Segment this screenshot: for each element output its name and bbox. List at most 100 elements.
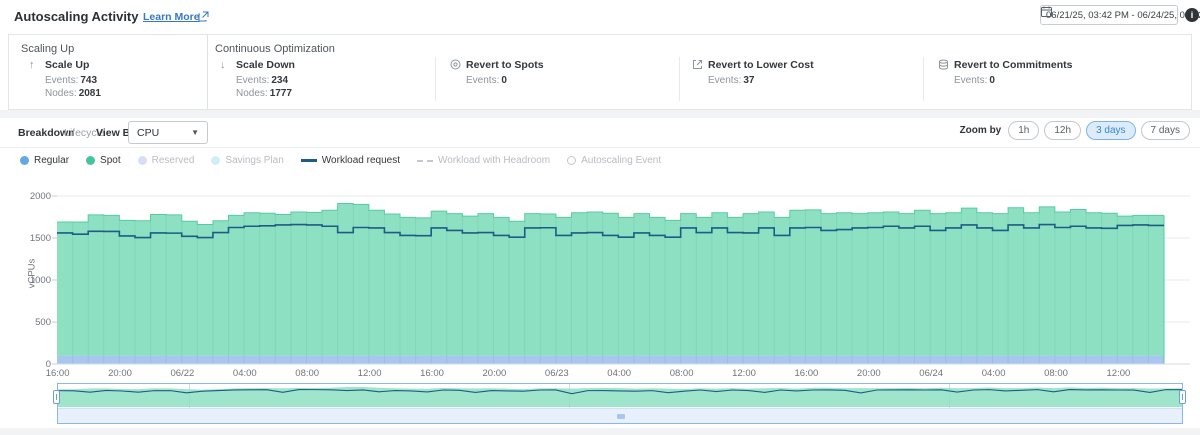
events-label: Events: xyxy=(45,75,78,86)
zoom-by-group: Zoom by 1h 12h 3 days 7 days xyxy=(960,121,1190,140)
x-axis-label: 16:00 xyxy=(46,368,70,379)
external-link-icon xyxy=(198,11,209,22)
events-value: 37 xyxy=(743,75,754,86)
x-axis-label: 20:00 xyxy=(483,368,507,379)
events-label: Events: xyxy=(236,75,269,86)
x-axis-label: 12:00 xyxy=(1107,368,1131,379)
nodes-label: Nodes: xyxy=(236,88,268,99)
bottom-gap xyxy=(0,428,1200,435)
item-divider xyxy=(679,57,680,101)
x-axis-label: 04:00 xyxy=(982,368,1006,379)
nodes-value: 2081 xyxy=(79,88,101,99)
learn-more-link[interactable]: Learn More xyxy=(143,11,200,23)
item-divider xyxy=(923,57,924,101)
x-axis-label: 04:00 xyxy=(233,368,257,379)
navigator-scrollbar-thumb[interactable] xyxy=(617,414,625,419)
y-axis-title: vCPUs xyxy=(26,259,37,289)
zoom-option-1h[interactable]: 1h xyxy=(1008,121,1039,140)
x-axis-label: 06/22 xyxy=(171,368,195,379)
section-gap xyxy=(0,110,1200,118)
zoom-option-7days[interactable]: 7 days xyxy=(1141,121,1190,140)
date-range-value: 06/21/25, 03:42 PM - 06/24/25, 03:42 PM xyxy=(1046,10,1200,21)
navigator-right-handle[interactable] xyxy=(1179,390,1186,404)
group-divider xyxy=(207,35,208,109)
x-axis-label: 12:00 xyxy=(358,368,382,379)
chart-controls: Breakdown Lifecycle View By CPU ▼ Zoom b… xyxy=(0,118,1200,147)
group-title-scaling-up: Scaling Up xyxy=(21,43,74,55)
legend-item-reserved[interactable]: Reserved xyxy=(138,155,195,166)
navigator-left-handle[interactable] xyxy=(53,390,60,404)
stat-label: Revert to Lower Cost xyxy=(708,59,814,71)
stats-card: Scaling Up Continuous Optimization ↑ Sca… xyxy=(8,34,1192,110)
chart-legend: Regular Spot Reserved Savings Plan Workload … xyxy=(20,155,661,166)
x-axis-label: 20:00 xyxy=(857,368,881,379)
zoom-option-12h[interactable]: 12h xyxy=(1044,121,1081,140)
stat-revert-to-commitments: Revert to Commitments Events:0 xyxy=(938,59,1072,86)
page-title: Autoscaling Activity xyxy=(14,9,138,24)
legend-swatch xyxy=(417,160,433,162)
view-by-select[interactable]: CPU ▼ xyxy=(128,121,208,144)
divider xyxy=(0,147,1200,148)
events-label: Events: xyxy=(466,75,499,86)
x-axis-label: 06/24 xyxy=(919,368,943,379)
legend-item-workload-request[interactable]: Workload request xyxy=(301,155,400,166)
date-range-input[interactable]: 06/21/25, 03:42 PM - 06/24/25, 03:42 PM xyxy=(1040,5,1178,25)
legend-swatch xyxy=(20,156,29,165)
y-axis-label: 2000 xyxy=(15,191,51,202)
zoom-option-3days[interactable]: 3 days xyxy=(1086,121,1135,140)
y-axis-label: 1500 xyxy=(15,233,51,244)
x-axis-label: 16:00 xyxy=(420,368,444,379)
y-axis-label: 500 xyxy=(15,317,51,328)
legend-label: Reserved xyxy=(152,155,195,166)
x-axis-label: 06/23 xyxy=(545,368,569,379)
legend-item-regular[interactable]: Regular xyxy=(20,155,69,166)
nodes-value: 1777 xyxy=(270,88,292,99)
x-axis-label: 12:00 xyxy=(732,368,756,379)
legend-swatch xyxy=(211,156,220,165)
legend-item-spot[interactable]: Spot xyxy=(86,155,121,166)
nodes-label: Nodes: xyxy=(45,88,77,99)
x-axis-label: 04:00 xyxy=(607,368,631,379)
legend-label: Savings Plan xyxy=(225,155,283,166)
arrow-down-icon: ↓ xyxy=(220,59,233,71)
view-by-value: CPU xyxy=(137,127,159,139)
autoscaling-activity-page: Autoscaling Activity Learn More 06/21/25… xyxy=(0,0,1200,435)
stat-label: Scale Down xyxy=(236,59,295,71)
legend-item-savings-plan[interactable]: Savings Plan xyxy=(211,155,283,166)
legend-label: Workload request xyxy=(322,155,400,166)
page-header: Autoscaling Activity Learn More 06/21/25… xyxy=(0,0,1200,32)
legend-item-autoscaling-event[interactable]: Autoscaling Event xyxy=(567,155,661,166)
stat-revert-to-lower-cost: Revert to Lower Cost Events:37 xyxy=(692,59,814,86)
legend-label: Regular xyxy=(34,155,69,166)
stat-revert-to-spots: Revert to Spots Events:0 xyxy=(450,59,544,86)
arrow-up-icon: ↑ xyxy=(29,59,42,71)
legend-label: Autoscaling Event xyxy=(581,155,661,166)
info-icon[interactable]: i xyxy=(1185,8,1199,22)
x-axis-label: 08:00 xyxy=(1044,368,1068,379)
chevron-down-icon: ▼ xyxy=(191,128,199,137)
events-value: 0 xyxy=(501,75,507,86)
events-value: 743 xyxy=(80,75,97,86)
stat-label: Revert to Spots xyxy=(466,59,544,71)
x-axis-label: 20:00 xyxy=(108,368,132,379)
x-axis-label: 08:00 xyxy=(295,368,319,379)
legend-swatch xyxy=(86,156,95,165)
legend-swatch xyxy=(301,159,317,162)
stat-scale-down: ↓ Scale Down Events:234 Nodes:1777 xyxy=(220,59,295,99)
item-divider xyxy=(435,57,436,101)
legend-item-workload-with-headroom[interactable]: Workload with Headroom xyxy=(417,155,550,166)
x-axis-label: 08:00 xyxy=(670,368,694,379)
events-label: Events: xyxy=(954,75,987,86)
stat-scale-up: ↑ Scale Up Events:743 Nodes:2081 xyxy=(29,59,101,99)
stat-label: Revert to Commitments xyxy=(954,59,1072,71)
legend-label: Spot xyxy=(100,155,121,166)
legend-label: Workload with Headroom xyxy=(438,155,550,166)
legend-swatch xyxy=(138,156,147,165)
stat-label: Scale Up xyxy=(45,59,89,71)
events-value: 234 xyxy=(271,75,288,86)
legend-swatch xyxy=(567,156,576,165)
events-value: 0 xyxy=(989,75,995,86)
group-title-continuous-optimization: Continuous Optimization xyxy=(215,43,335,55)
x-axis-label: 16:00 xyxy=(795,368,819,379)
events-label: Events: xyxy=(708,75,741,86)
